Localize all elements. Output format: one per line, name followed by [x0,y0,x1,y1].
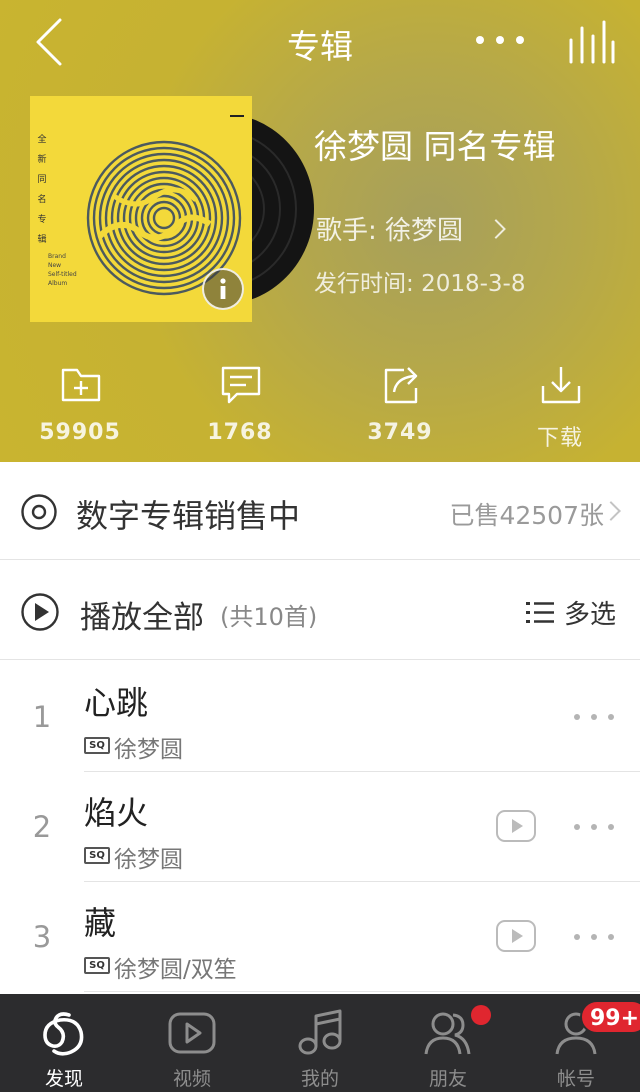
song-artist: 徐梦圆 [114,737,183,763]
video-icon [168,1012,216,1054]
track-count: (共10首) [220,603,318,631]
song-meta: SQ 徐梦圆 [84,840,183,873]
song-more-button[interactable] [570,702,618,732]
share-icon [384,367,418,404]
song-artist: 徐梦圆 [114,847,183,873]
song-meta: SQ 徐梦圆 [84,730,183,763]
tab-video[interactable]: 视频 [128,994,256,1092]
cover-info-button[interactable] [202,268,244,310]
music-note-icon [298,1009,342,1055]
play-all-button[interactable]: 播放全部 (共10首) [0,562,380,660]
cover-english-text: Brand New Self-titled Album [48,253,77,287]
tab-label: 帐号 [556,1068,595,1090]
download-label: 下载 [536,426,583,451]
nav-bar: 专辑 [0,0,640,84]
track-number: 2 [32,810,52,844]
song-row[interactable]: 1 心跳 SQ 徐梦圆 [0,662,640,772]
release-info: 发行时间: 2018-3-8 [314,264,525,298]
song-title: 焰火 [84,794,149,832]
album-cover[interactable]: 全新同名专辑 Brand New Self-titled Album [30,96,314,322]
chevron-right-icon [601,501,621,521]
play-all-label: 播放全部 [80,600,204,636]
song-row[interactable]: 3 藏 SQ 徐梦圆/双笙 [0,882,640,992]
tab-label: 我的 [300,1068,339,1090]
mv-play-icon[interactable] [496,810,536,842]
more-button[interactable] [470,22,530,58]
info-icon [220,278,226,299]
multi-select-label: 多选 [564,600,617,630]
cover-side-text: 全新同名专辑 [37,135,47,245]
sq-badge: SQ [84,846,110,864]
song-artist: 徐梦圆/双笙 [114,957,237,983]
tab-label: 视频 [172,1068,211,1090]
play-all-bar: 播放全部 (共10首) 多选 [0,562,640,660]
comment-count: 1768 [207,420,273,445]
album-actions: 59905 1768 3749 下载 [0,360,640,456]
bottom-tab-bar: 发现 视频 我的 朋友 帐号 [0,994,640,1092]
song-title: 心跳 [84,684,149,722]
folder-plus-icon [61,368,101,402]
collect-count: 59905 [39,420,121,445]
track-number: 3 [32,920,52,954]
comment-button[interactable]: 1768 [170,360,310,456]
digital-album-sale-row[interactable]: 数字专辑销售中 已售42507张 [0,462,640,560]
song-row[interactable]: 2 焰火 SQ 徐梦圆 [0,772,640,882]
song-more-button[interactable] [570,922,618,952]
download-button[interactable]: 下载 [490,360,630,456]
tab-label: 发现 [44,1068,83,1090]
chevron-right-icon [486,219,507,239]
more-dots-icon [476,36,524,44]
song-more-button[interactable] [570,812,618,842]
collect-button[interactable]: 59905 [10,360,150,456]
page-title: 专辑 [287,27,353,66]
now-playing-button[interactable] [566,16,616,66]
sq-badge: SQ [84,736,110,754]
mv-play-icon[interactable] [496,920,536,952]
artist-label: 歌手: [316,216,377,246]
album-name: 徐梦圆 同名专辑 [314,127,556,166]
track-number: 1 [32,700,52,734]
multi-select-button[interactable]: 多选 [526,592,626,632]
tab-label: 朋友 [428,1068,467,1090]
song-meta: SQ 徐梦圆/双笙 [84,950,237,983]
share-button[interactable]: 3749 [330,360,470,456]
release-label: 发行时间: [314,271,414,297]
account-badge: 99+ [580,1000,640,1034]
friends-notification-dot [471,1005,491,1025]
album-header: 专辑 全 新 同 名 专 辑 Brand New Self-titled Alb… [0,0,640,462]
cover-art: 全新同名专辑 Brand New Self-titled Album [30,96,252,322]
netease-music-icon [43,1012,84,1056]
equalizer-icon [569,20,615,64]
disc-icon [21,494,57,530]
share-count: 3749 [367,420,433,445]
tab-friends[interactable]: 朋友 [384,994,512,1092]
artist-link[interactable]: 歌手: 徐梦圆 [316,210,507,247]
tab-mine[interactable]: 我的 [256,994,384,1092]
release-date: 2018-3-8 [421,271,526,297]
sold-count: 已售42507张 [449,501,604,530]
artist-name: 徐梦圆 [385,216,464,246]
comment-icon [221,366,261,404]
tab-discover[interactable]: 发现 [0,994,128,1092]
download-icon [541,367,581,404]
row-divider [84,991,640,992]
play-circle-icon [21,593,59,631]
friends-icon [424,1012,471,1055]
sale-label: 数字专辑销售中 [76,497,301,535]
song-title: 藏 [84,904,117,942]
list-icon [526,602,554,623]
sq-badge: SQ [84,956,110,974]
